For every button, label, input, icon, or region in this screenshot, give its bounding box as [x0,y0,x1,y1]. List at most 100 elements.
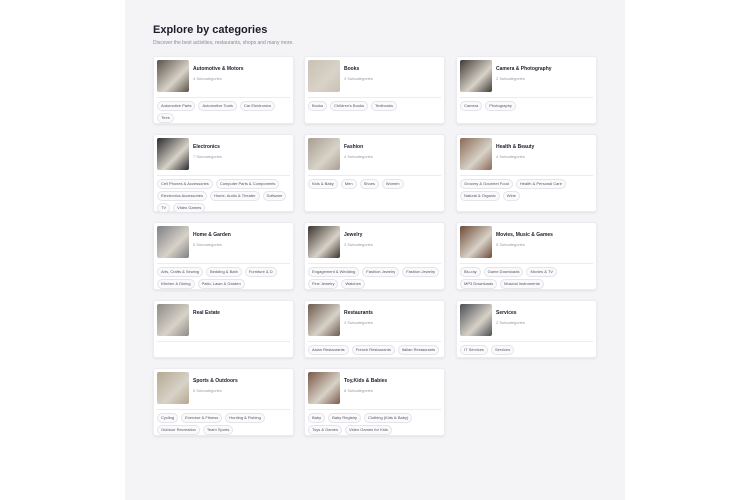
subcategory-tag[interactable]: Musical Instruments [500,279,544,289]
category-thumbnail[interactable] [308,226,340,258]
category-thumbnail[interactable] [460,60,492,92]
category-thumbnail[interactable] [157,138,189,170]
subcategory-tag[interactable]: Asian Restaurants [308,345,349,355]
subcategory-tag[interactable]: Fashion Jewelry [402,267,440,277]
subcategory-tag[interactable]: Hunting & Fishing [225,413,265,423]
category-title[interactable]: Electronics [193,144,220,150]
thumbnail-image [308,304,340,336]
category-card[interactable]: Toy,Kids & Babies 6 Subcategories Baby Baby… [304,368,445,436]
category-title[interactable]: Real Estate [193,310,220,316]
subcategory-tag[interactable]: Automotive Tools [198,101,237,111]
subcategory-tag[interactable]: Natural & Organic [460,191,500,201]
subcategory-tag[interactable]: Photography [485,101,516,111]
category-thumbnail[interactable] [460,226,492,258]
category-thumbnail[interactable] [308,60,340,92]
category-thumbnail[interactable] [157,304,189,336]
category-title[interactable]: Books [344,66,359,72]
category-card[interactable]: Jewelry 3 Subcategories Engagement & Weddi… [304,222,445,290]
subcategory-tag[interactable]: Bedding & Bath [206,267,242,277]
category-thumbnail[interactable] [308,372,340,404]
category-title[interactable]: Camera & Photography [496,66,552,72]
subcategory-tag[interactable]: Grocery & Gourmet Food [460,179,513,189]
subcategory-tag[interactable]: Baby Registry [328,413,362,423]
category-title[interactable]: Automotive & Motors [193,66,244,72]
subcategory-tag[interactable]: Books [308,101,328,111]
subcategory-tag[interactable]: Toys & Games [308,425,343,435]
category-title[interactable]: Toy,Kids & Babies [344,378,387,384]
subcategory-tag[interactable]: French Restaurants [351,345,395,355]
category-card[interactable]: Services 2 Subcategories IT Services Servic… [456,300,597,358]
subcategory-tag[interactable]: Movies & TV [526,267,558,277]
subcategory-tag[interactable]: Game Downloads [483,267,524,277]
category-card[interactable]: Camera & Photography 2 Subcategories Camer… [456,56,597,124]
subcategory-tag[interactable]: Italian Restaurants [397,345,440,355]
subcategory-tag[interactable]: Software [262,191,287,201]
subcategory-tag[interactable]: Fashion Jewelry [362,267,400,277]
subcategory-tag[interactable]: Computer Parts & Components [215,179,280,189]
subcategory-tag[interactable]: Clothing (Kids & Baby) [364,413,413,423]
subcategory-tag[interactable]: TV [157,203,171,213]
subcategory-tag[interactable]: Children's Books [330,101,369,111]
category-title[interactable]: Sports & Outdoors [193,378,238,384]
subcategory-tag[interactable]: Outdoor Recreation [157,425,200,435]
subcategory-tag[interactable]: Services [490,345,515,355]
subcategory-tag[interactable]: Tires [157,113,174,123]
subcategory-tag[interactable]: Engagement & Wedding [308,267,360,277]
subcategory-tag[interactable]: Baby [308,413,326,423]
category-card[interactable]: Restaurants 3 Subcategories Asian Restaura… [304,300,445,358]
subcategory-tag[interactable]: Kids & Baby [308,179,338,189]
subcategory-tag[interactable]: Automotive Parts [157,101,196,111]
subcategory-tag[interactable]: Textbooks [371,101,398,111]
category-card[interactable]: Sports & Outdoors 5 Subcategories Cycling E… [153,368,294,436]
subcategory-tag[interactable]: Blu-ray [460,267,481,277]
subcategory-tag[interactable]: Car Electronics [239,101,275,111]
subcategory-tag[interactable]: Team Sports [202,425,234,435]
subcategory-tag[interactable]: Women [381,179,404,189]
subcategory-tag[interactable]: Watches [341,279,365,289]
category-card[interactable]: Electronics 7 Subcategories Cell Phones & … [153,134,294,213]
subcategory-tag[interactable]: Arts, Crafts & Sewing [157,267,204,277]
category-card[interactable]: Automotive & Motors 4 Subcategories Automo… [153,56,294,124]
subcategory-tag[interactable]: Electronics Accessories [157,191,208,201]
subcategory-tag[interactable]: Shoes [359,179,379,189]
subcategory-tag[interactable]: Exercise & Fitness [181,413,223,423]
category-title[interactable]: Movies, Music & Games [496,232,553,238]
category-thumbnail[interactable] [308,138,340,170]
category-title[interactable]: Fashion [344,144,363,150]
category-card[interactable]: Health & Beauty 4 Subcategories Grocery & … [456,134,597,212]
subcategory-tag[interactable]: Video Games [173,203,206,213]
category-thumbnail[interactable] [460,138,492,170]
subcategory-count: 3 Subcategories [344,320,373,325]
subcategory-tag[interactable]: Wine [502,191,520,201]
subcategory-tag[interactable]: Camera [460,101,483,111]
subcategory-tag[interactable]: Video Games for Kids [345,425,392,435]
category-thumbnail[interactable] [308,304,340,336]
subcategory-count: 5 Subcategories [193,388,222,393]
subcategory-tag[interactable]: Cycling [157,413,179,423]
category-thumbnail[interactable] [157,372,189,404]
subcategory-tag[interactable]: Cell Phones & Accessories [157,179,213,189]
subcategory-tag[interactable]: Furniture & D [244,267,277,277]
subcategory-tag[interactable]: Men [340,179,357,189]
subcategory-tag[interactable]: Patio, Lawn & Garden [197,279,245,289]
category-card[interactable]: Real Estate [153,300,294,358]
thumbnail-image [308,138,340,170]
subcategory-tag[interactable]: MP3 Downloads [460,279,498,289]
subcategory-tag[interactable]: Home, Audio & Theater [210,191,260,201]
category-thumbnail[interactable] [460,304,492,336]
category-title[interactable]: Jewelry [344,232,362,238]
category-card[interactable]: Home & Garden 5 Subcategories Arts, Crafts… [153,222,294,290]
category-title[interactable]: Health & Beauty [496,144,534,150]
subcategory-tag[interactable]: Kitchen & Dining [157,279,195,289]
category-card[interactable]: Movies, Music & Games 5 Subcategories Blu-… [456,222,597,290]
category-title[interactable]: Restaurants [344,310,373,316]
category-title[interactable]: Home & Garden [193,232,231,238]
subcategory-tag[interactable]: IT Services [460,345,488,355]
category-card[interactable]: Fashion 4 Subcategories Kids & Baby Men Shoe… [304,134,445,212]
subcategory-tag[interactable]: Health & Personal Care [515,179,566,189]
category-thumbnail[interactable] [157,60,189,92]
category-title[interactable]: Services [496,310,517,316]
category-thumbnail[interactable] [157,226,189,258]
category-card[interactable]: Books 3 Subcategories Books Children's Book… [304,56,445,124]
subcategory-tag[interactable]: Fine Jewelry [308,279,339,289]
